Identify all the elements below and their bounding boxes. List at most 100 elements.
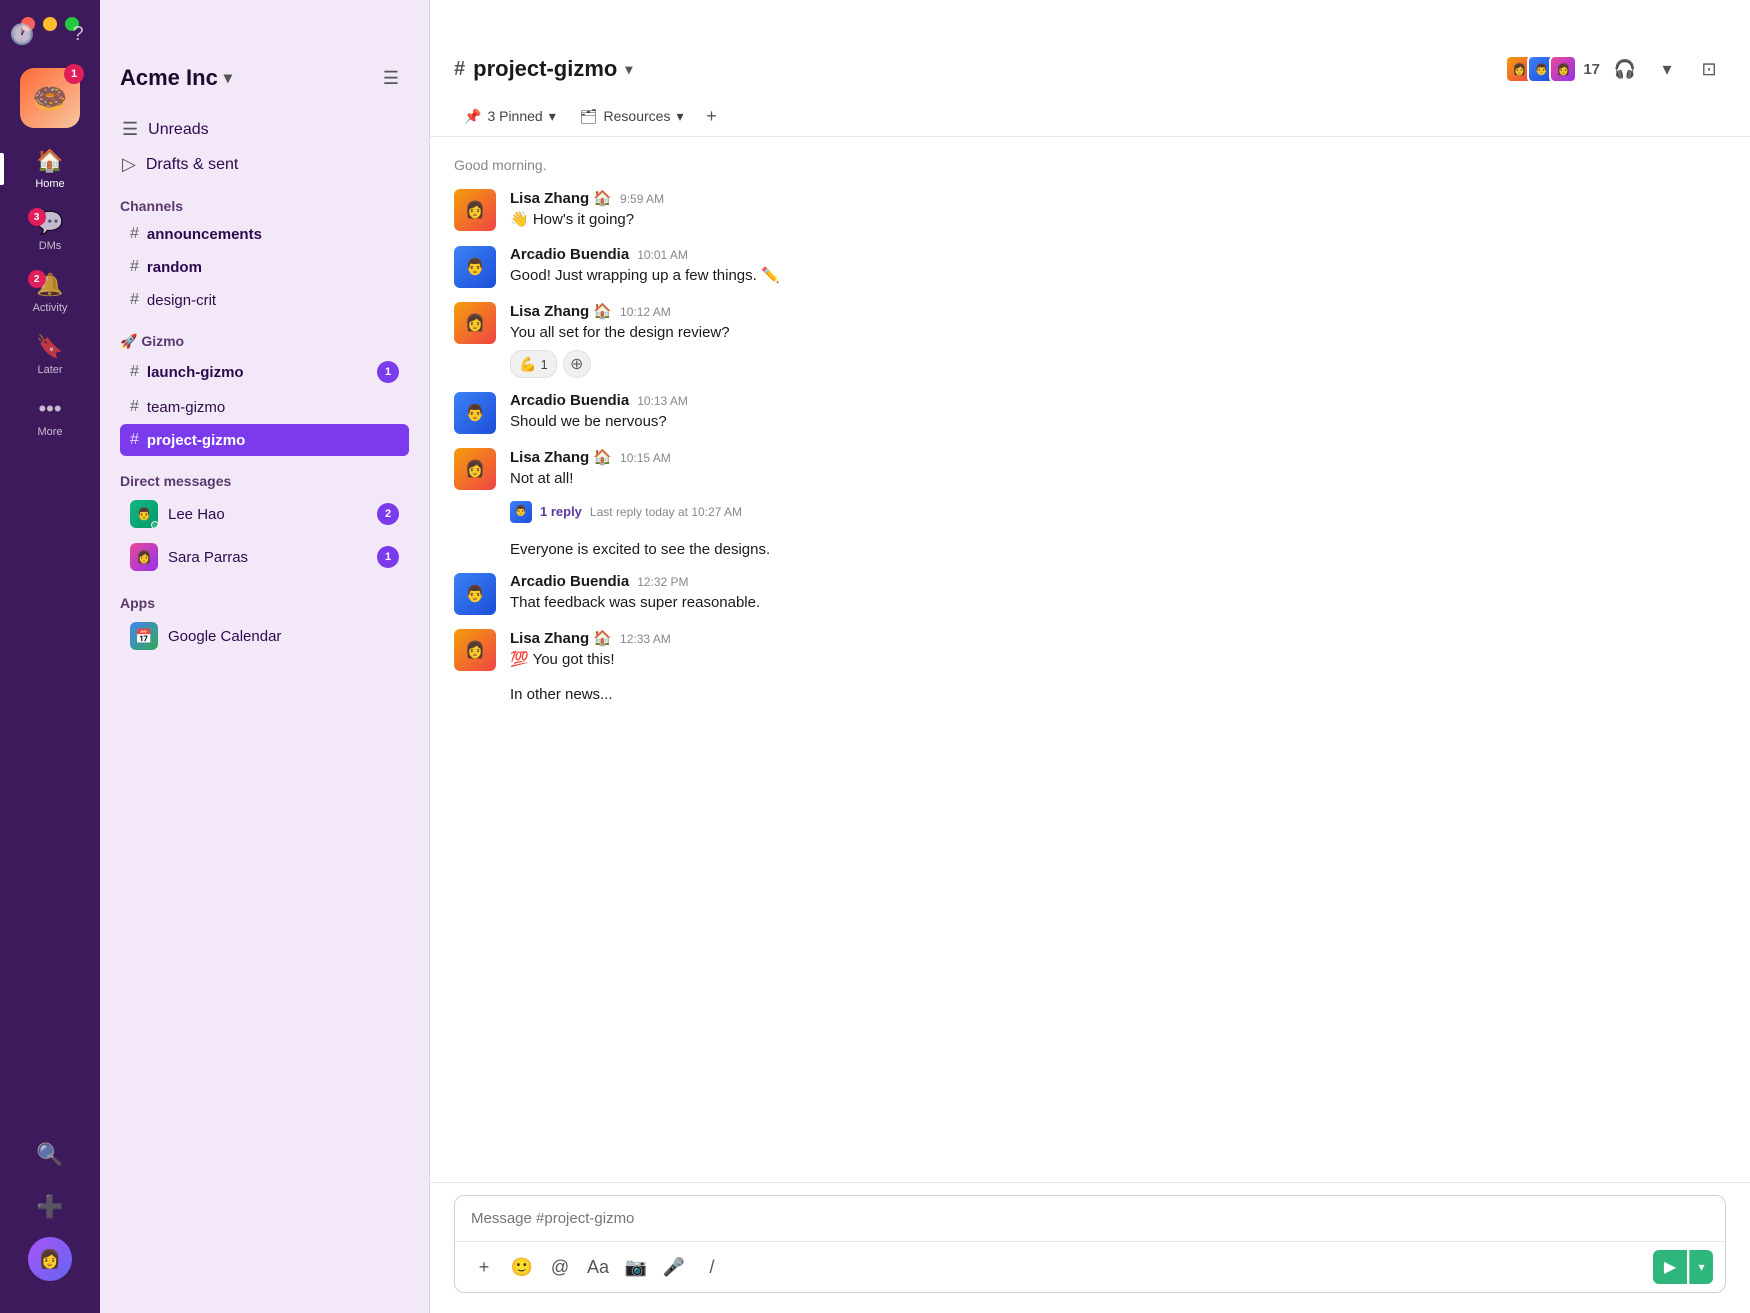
gizmo-section: 🚀 Gizmo # launch-gizmo 1 # team-gizmo # … bbox=[100, 321, 429, 461]
search-button[interactable]: 🔍 bbox=[28, 1133, 72, 1177]
message-input[interactable] bbox=[455, 1196, 1725, 1241]
video-button[interactable]: 📷 bbox=[619, 1250, 653, 1284]
channel-name-launch-gizmo: launch-gizmo bbox=[147, 364, 244, 381]
send-options-button[interactable]: ▾ bbox=[1689, 1250, 1713, 1284]
slash-icon: / bbox=[709, 1257, 714, 1278]
workspace-name-button[interactable]: Acme Inc ▾ bbox=[120, 65, 232, 91]
user-avatar[interactable]: 👩 bbox=[28, 1237, 72, 1281]
header-more-button[interactable]: ▾ bbox=[1650, 52, 1684, 86]
send-button[interactable]: ▶ bbox=[1653, 1250, 1687, 1284]
emoji-icon: 🙂 bbox=[511, 1257, 533, 1278]
canvas-button[interactable]: ⊡ bbox=[1692, 52, 1726, 86]
message-avatar-lisa-2: 👩 bbox=[454, 302, 496, 344]
dms-icon: 💬 3 bbox=[36, 210, 63, 236]
lee-avatar-img: 👨 bbox=[137, 507, 152, 521]
message-input-toolbar: + 🙂 @ Aa 📷 🎤 bbox=[455, 1241, 1725, 1292]
send-button-group: ▶ ▾ bbox=[1653, 1250, 1713, 1284]
message-time-2: 10:01 AM bbox=[637, 248, 688, 262]
reaction-emoji: 💪 bbox=[519, 356, 536, 373]
nav-label-more: More bbox=[37, 426, 62, 438]
nav-item-later[interactable]: 🔖 Later bbox=[0, 326, 100, 384]
channel-item-launch-gizmo[interactable]: # launch-gizmo 1 bbox=[120, 354, 409, 390]
message-author-3: Lisa Zhang 🏠 bbox=[510, 302, 612, 320]
reactions-3: 💪 1 ⊕ bbox=[510, 350, 1726, 378]
at-icon: @ bbox=[551, 1257, 569, 1278]
dm-item-lee-hao[interactable]: 👨 Lee Hao 2 bbox=[120, 493, 409, 535]
drafts-icon: ▷ bbox=[122, 154, 136, 175]
nav-item-more[interactable]: ••• More bbox=[0, 388, 100, 446]
add-toolbar-button[interactable]: + bbox=[697, 102, 725, 130]
channel-name-project-gizmo: project-gizmo bbox=[147, 432, 245, 449]
header-actions: 👩 👨 👩 17 🎧 ▾ ⊡ bbox=[1511, 52, 1726, 86]
message-group-2: 👨 Arcadio Buendia 10:01 AM Good! Just wr… bbox=[454, 240, 1726, 294]
message-text-5: Not at all! bbox=[510, 468, 1726, 491]
workspace-badge: 1 bbox=[64, 64, 84, 84]
format-button[interactable]: Aa bbox=[581, 1250, 615, 1284]
workspace-icon[interactable]: 🍩 1 bbox=[20, 68, 80, 128]
help-button[interactable]: ? bbox=[64, 20, 92, 48]
message-author-7: Lisa Zhang 🏠 bbox=[510, 629, 612, 647]
more-icon: ••• bbox=[38, 396, 61, 422]
audio-button[interactable]: 🎤 bbox=[657, 1250, 691, 1284]
message-time-1: 9:59 AM bbox=[620, 192, 664, 206]
huddle-button[interactable]: 🎧 bbox=[1608, 52, 1642, 86]
activity-badge: 2 bbox=[28, 270, 46, 288]
pinned-button[interactable]: 📌 3 Pinned ▾ bbox=[454, 103, 566, 130]
message-body-3: Lisa Zhang 🏠 10:12 AM You all set for th… bbox=[510, 302, 1726, 379]
toolbar-bar: 📌 3 Pinned ▾ 🗂 Resources ▾ + bbox=[454, 96, 1726, 136]
attach-button[interactable]: + bbox=[467, 1250, 501, 1284]
add-button[interactable]: ➕ bbox=[28, 1185, 72, 1229]
app-item-google-calendar[interactable]: 📅 Google Calendar bbox=[120, 615, 409, 657]
google-calendar-name: Google Calendar bbox=[168, 628, 281, 645]
message-header-1: Lisa Zhang 🏠 9:59 AM bbox=[510, 189, 1726, 207]
history-button[interactable]: 🕐 bbox=[8, 20, 36, 48]
compose-button[interactable]: ☰ bbox=[373, 60, 409, 96]
unreads-nav-item[interactable]: ☰ Unreads bbox=[112, 112, 417, 147]
message-header-2: Arcadio Buendia 10:01 AM bbox=[510, 246, 1726, 263]
message-text-1: 👋 How's it going? bbox=[510, 209, 1726, 232]
channel-name-team-gizmo: team-gizmo bbox=[147, 399, 225, 416]
channel-item-team-gizmo[interactable]: # team-gizmo bbox=[120, 391, 409, 423]
canvas-icon: ⊡ bbox=[1701, 59, 1716, 80]
nav-item-dms[interactable]: 💬 3 DMs bbox=[0, 202, 100, 260]
format-icon: Aa bbox=[587, 1257, 609, 1278]
message-header-7: Lisa Zhang 🏠 12:33 AM bbox=[510, 629, 1726, 647]
message-avatar-lisa-4: 👩 bbox=[454, 629, 496, 671]
channel-title-hash: # bbox=[454, 58, 465, 81]
mention-button[interactable]: @ bbox=[543, 1250, 577, 1284]
emoji-button[interactable]: 🙂 bbox=[505, 1250, 539, 1284]
nav-item-activity[interactable]: 🔔 2 Activity bbox=[0, 264, 100, 322]
activity-icon: 🔔 2 bbox=[36, 272, 63, 298]
add-reaction-button[interactable]: ⊕ bbox=[563, 350, 591, 378]
message-time-3: 10:12 AM bbox=[620, 305, 671, 319]
nav-item-home[interactable]: 🏠 Home bbox=[0, 140, 100, 198]
thread-reply-5[interactable]: 👨 1 reply Last reply today at 10:27 AM bbox=[510, 497, 1726, 527]
lee-badge: 2 bbox=[377, 503, 399, 525]
drafts-nav-item[interactable]: ▷ Drafts & sent bbox=[112, 147, 417, 182]
slash-button[interactable]: / bbox=[695, 1250, 729, 1284]
channel-item-project-gizmo[interactable]: # project-gizmo bbox=[120, 424, 409, 456]
resources-button[interactable]: 🗂 Resources ▾ bbox=[570, 103, 694, 130]
channel-item-announcements[interactable]: # announcements bbox=[120, 218, 409, 250]
channel-item-random[interactable]: # random bbox=[120, 251, 409, 283]
microphone-icon: 🎤 bbox=[663, 1257, 685, 1278]
message-text-6: That feedback was super reasonable. bbox=[510, 592, 1726, 615]
message-group-3: 👩 Lisa Zhang 🏠 10:12 AM You all set for … bbox=[454, 296, 1726, 385]
minimize-button[interactable] bbox=[43, 17, 57, 31]
message-group-4: 👨 Arcadio Buendia 10:13 AM Should we be … bbox=[454, 386, 1726, 440]
channel-chevron-icon: ▾ bbox=[625, 61, 632, 78]
channel-title-button[interactable]: # project-gizmo ▾ bbox=[454, 56, 632, 82]
nav-label-activity: Activity bbox=[33, 302, 68, 314]
channels-section-title: Channels bbox=[120, 198, 409, 214]
dm-item-sara-parras[interactable]: 👩 Sara Parras 1 bbox=[120, 536, 409, 578]
message-text-7: 💯 You got this! bbox=[510, 649, 1726, 672]
message-body-2: Arcadio Buendia 10:01 AM Good! Just wrap… bbox=[510, 246, 1726, 288]
nav-label-home: Home bbox=[35, 178, 64, 190]
member-avatars[interactable]: 👩 👨 👩 17 bbox=[1511, 55, 1600, 83]
reaction-muscle[interactable]: 💪 1 bbox=[510, 350, 557, 378]
compose-icon: ☰ bbox=[383, 68, 399, 89]
pinned-label: 3 Pinned bbox=[487, 108, 542, 124]
continuation-message-7: In other news... bbox=[454, 680, 1726, 711]
search-icon: 🔍 bbox=[36, 1142, 63, 1168]
channel-item-design-crit[interactable]: # design-crit bbox=[120, 284, 409, 316]
